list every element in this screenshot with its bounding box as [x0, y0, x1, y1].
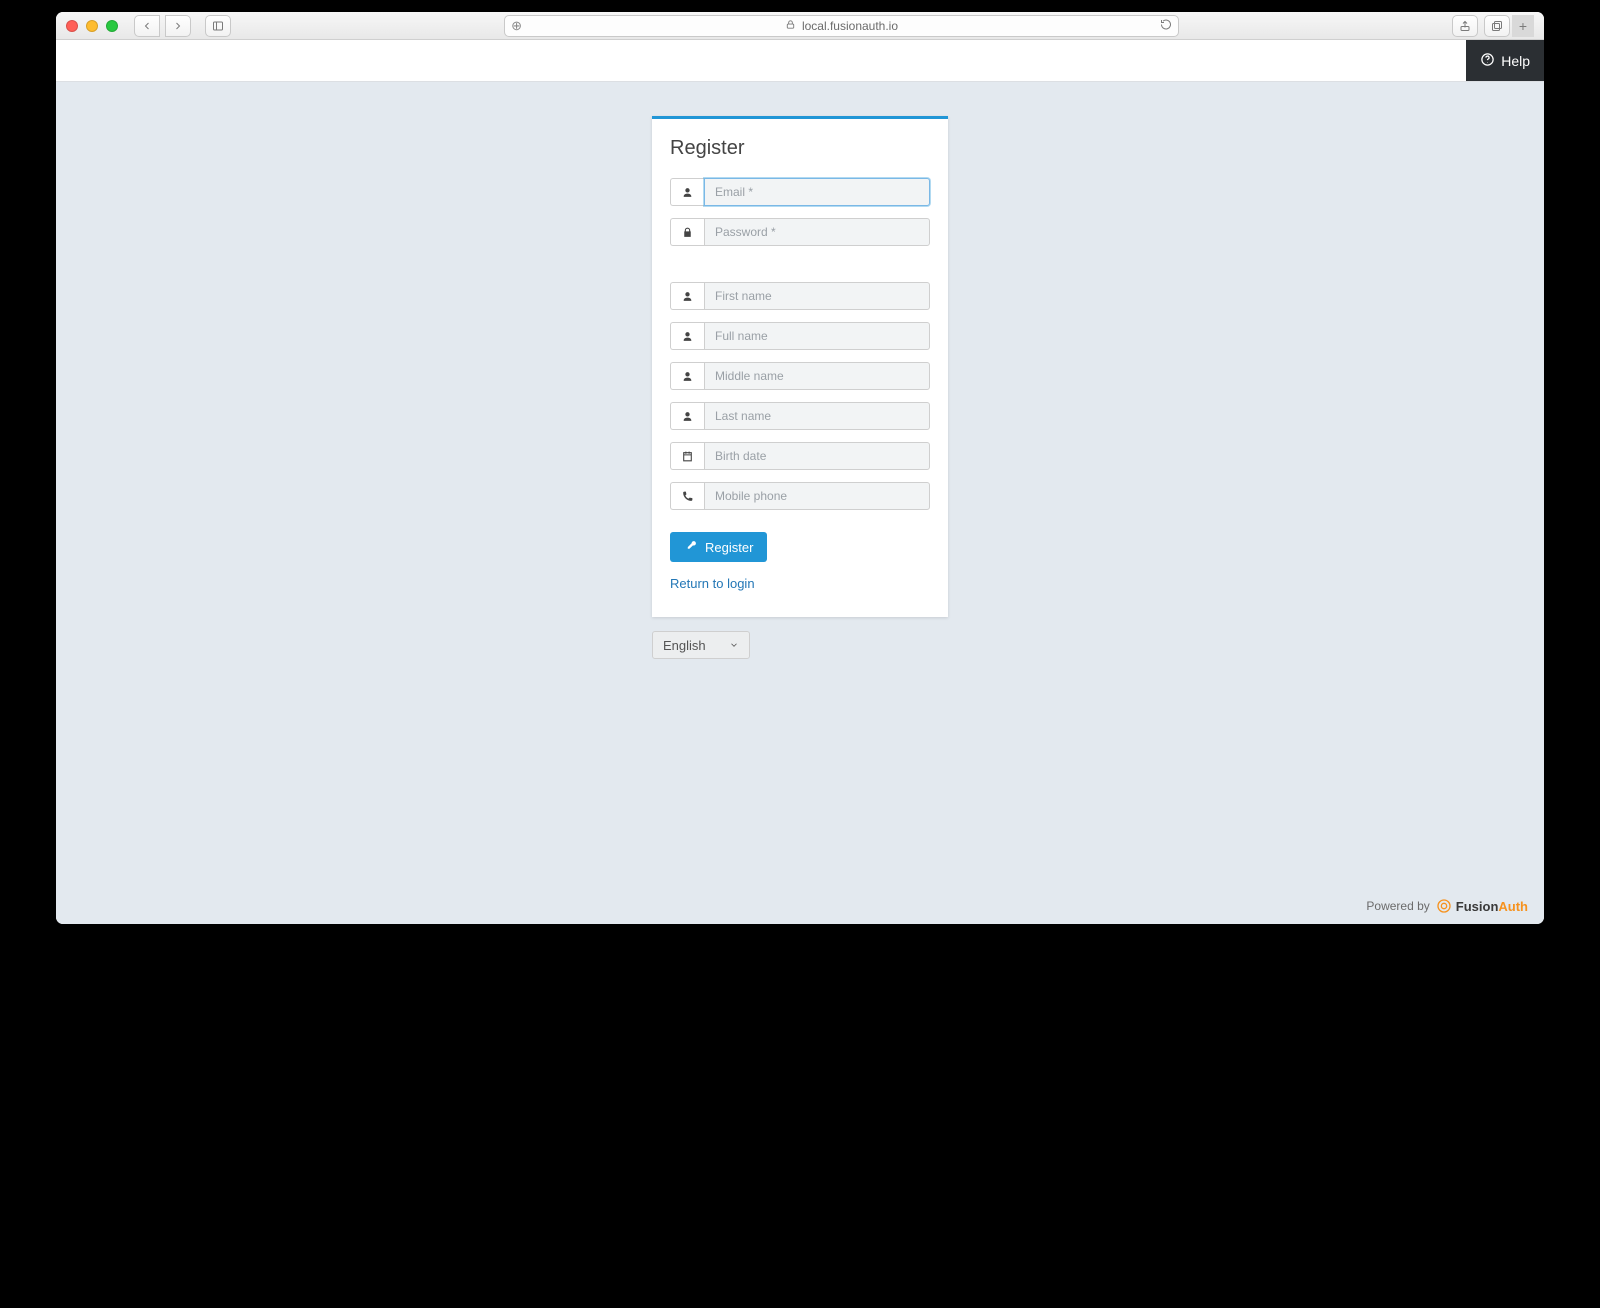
site-settings-icon[interactable]: ⊕ [511, 18, 522, 34]
user-icon [670, 178, 704, 206]
page: Help Register [56, 40, 1544, 924]
middle-name-input[interactable] [704, 362, 930, 390]
share-button[interactable] [1452, 15, 1478, 37]
help-label: Help [1501, 53, 1530, 69]
full-name-field-row [670, 322, 930, 350]
powered-by-label: Powered by [1366, 899, 1429, 913]
middle-name-field-row [670, 362, 930, 390]
footer: Powered by FusionAuth [1366, 898, 1528, 914]
user-icon [670, 282, 704, 310]
address-bar-host: local.fusionauth.io [802, 19, 898, 33]
browser-window: ⊕ local.fusionauth.io + [56, 12, 1544, 924]
lock-icon [670, 218, 704, 246]
help-button[interactable]: Help [1466, 40, 1544, 81]
password-field-row [670, 218, 930, 246]
chevron-down-icon [729, 638, 739, 653]
card-title: Register [670, 137, 930, 160]
minimize-window-button[interactable] [86, 20, 98, 32]
return-to-login-link[interactable]: Return to login [670, 576, 930, 591]
last-name-input[interactable] [704, 402, 930, 430]
first-name-input[interactable] [704, 282, 930, 310]
register-button-label: Register [705, 540, 753, 555]
register-button[interactable]: Register [670, 532, 767, 562]
new-tab-button[interactable]: + [1512, 15, 1534, 37]
first-name-field-row [670, 282, 930, 310]
app-topbar: Help [56, 40, 1544, 82]
full-name-input[interactable] [704, 322, 930, 350]
email-input[interactable] [704, 178, 930, 206]
brand-first: Fusion [1456, 899, 1499, 914]
user-icon [670, 402, 704, 430]
nav-buttons [134, 15, 191, 37]
phone-icon [670, 482, 704, 510]
brand-second: Auth [1498, 899, 1528, 914]
reload-button[interactable] [1160, 18, 1172, 33]
password-input[interactable] [704, 218, 930, 246]
lock-icon [785, 19, 796, 33]
mobile-phone-field-row [670, 482, 930, 510]
fusionauth-mark-icon [1436, 898, 1452, 914]
browser-toolbar: ⊕ local.fusionauth.io + [56, 12, 1544, 40]
language-selected: English [663, 638, 706, 653]
user-icon [670, 322, 704, 350]
birth-date-field-row [670, 442, 930, 470]
birth-date-input[interactable] [704, 442, 930, 470]
language-select[interactable]: English [652, 631, 750, 659]
forward-button[interactable] [165, 15, 191, 37]
fusionauth-logo[interactable]: FusionAuth [1436, 898, 1528, 914]
fullscreen-window-button[interactable] [106, 20, 118, 32]
email-field-row [670, 178, 930, 206]
user-icon [670, 362, 704, 390]
tabs-button[interactable] [1484, 15, 1510, 37]
register-card: Register [652, 116, 948, 617]
last-name-field-row [670, 402, 930, 430]
close-window-button[interactable] [66, 20, 78, 32]
address-bar[interactable]: ⊕ local.fusionauth.io [504, 15, 1179, 37]
help-icon [1480, 52, 1495, 70]
calendar-icon [670, 442, 704, 470]
mobile-phone-input[interactable] [704, 482, 930, 510]
back-button[interactable] [134, 15, 160, 37]
sidebar-toggle-button[interactable] [205, 15, 231, 37]
window-controls [66, 20, 118, 32]
key-icon [684, 539, 697, 555]
